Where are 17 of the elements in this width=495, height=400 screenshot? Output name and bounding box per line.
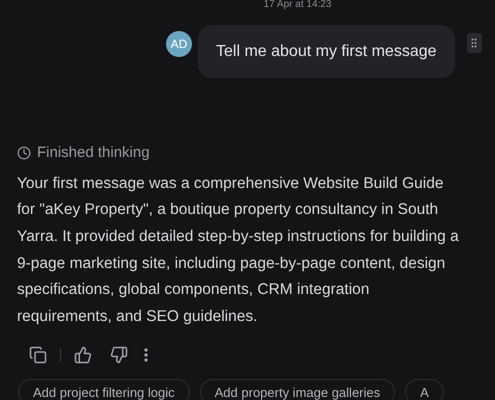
thumbs-up-icon (74, 346, 92, 364)
thumbs-down-button[interactable] (109, 345, 129, 366)
copy-icon (29, 346, 47, 364)
thumbs-up-button[interactable] (73, 345, 93, 366)
thumbs-down-icon (110, 346, 128, 364)
drag-handle[interactable] (466, 33, 482, 53)
suggestion-chip[interactable]: Add property image galleries (200, 379, 396, 400)
thinking-status[interactable]: Finished thinking (37, 142, 150, 164)
clock-icon (17, 146, 31, 160)
more-icon (144, 348, 148, 362)
suggestion-chip[interactable]: A (405, 379, 444, 400)
copy-button[interactable] (28, 345, 48, 366)
user-avatar: AD (166, 31, 192, 57)
response-text: Your first message was a comprehensive Website Build Guide for "aKey Property", a boutique property consultancy in South Yarra. It provided detailed step-by-step instructions for building a 9-page marketing site, including page-by-page content, design specifications, global components, CRM integration requirements, and SEO guidelines. (17, 174, 459, 328)
message-timestamp: 17 Apr at 14:23 (264, 0, 332, 10)
suggestion-chip[interactable]: Add project filtering logic (18, 379, 190, 400)
user-message: Tell me about my first message (198, 25, 455, 78)
